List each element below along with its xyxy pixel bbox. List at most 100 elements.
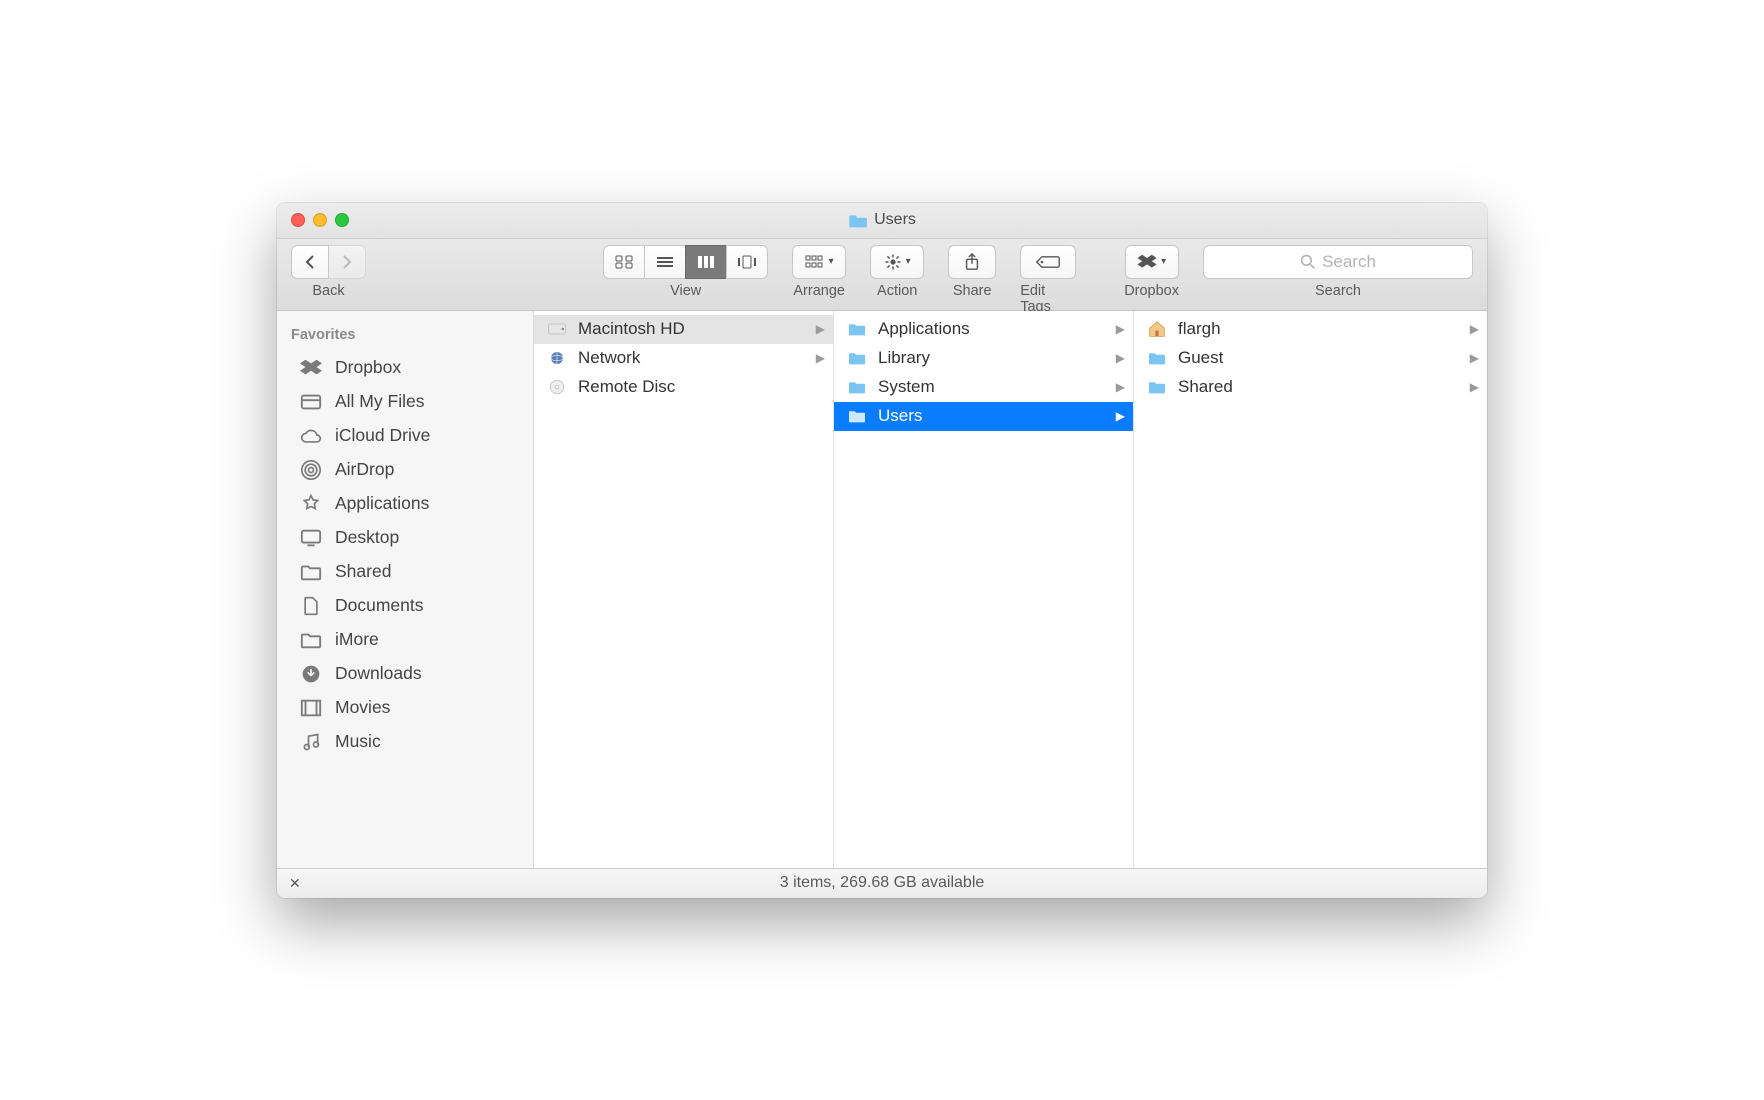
chevron-right-icon: ▶ <box>1470 380 1479 394</box>
column: flargh ▶ Guest ▶ Shared ▶ <box>1134 311 1487 868</box>
view-list-button[interactable] <box>644 245 686 279</box>
sidebar-item[interactable]: iCloud Drive <box>277 419 533 453</box>
folder-blue-icon <box>1146 349 1168 367</box>
column: Macintosh HD ▶ Network ▶ Remote Disc <box>534 311 834 868</box>
chevron-down-icon: ▾ <box>906 256 911 267</box>
toolbar-back-group: Back <box>291 245 366 299</box>
sidebar-item[interactable]: Dropbox <box>277 351 533 385</box>
sidebar-item-label: Applications <box>335 493 429 514</box>
desktop-icon <box>299 527 323 549</box>
documents-icon <box>299 595 323 617</box>
dropbox-label: Dropbox <box>1124 283 1179 299</box>
sidebar-item-label: All My Files <box>335 391 424 412</box>
sidebar-item[interactable]: Desktop <box>277 521 533 555</box>
chevron-right-icon: ▶ <box>1470 322 1479 336</box>
window-controls <box>291 213 349 227</box>
view-columns-button[interactable] <box>685 245 727 279</box>
folder-blue-icon <box>1146 378 1168 396</box>
folder-icon <box>848 213 866 227</box>
sidebar: Favorites Dropbox All My Files iCloud Dr… <box>277 311 534 868</box>
search-input[interactable]: Search <box>1203 245 1473 279</box>
content-area: Favorites Dropbox All My Files iCloud Dr… <box>277 311 1487 868</box>
search-label: Search <box>1315 283 1361 299</box>
sidebar-item[interactable]: Documents <box>277 589 533 623</box>
column-row[interactable]: Users ▶ <box>834 402 1133 431</box>
search-placeholder: Search <box>1322 252 1376 272</box>
close-window-button[interactable] <box>291 213 305 227</box>
row-label: Guest <box>1178 348 1223 368</box>
column-row[interactable]: Remote Disc <box>534 373 833 402</box>
hdd-icon <box>546 320 568 338</box>
sidebar-item[interactable]: Shared <box>277 555 533 589</box>
all-my-files-icon <box>299 391 323 413</box>
column-row[interactable]: Shared ▶ <box>1134 373 1487 402</box>
view-label: View <box>670 283 701 299</box>
sidebar-item[interactable]: Downloads <box>277 657 533 691</box>
forward-button[interactable] <box>328 245 366 279</box>
view-coverflow-button[interactable] <box>726 245 768 279</box>
toolbar-search-group: Search Search <box>1203 245 1473 299</box>
cloud-icon <box>299 425 323 447</box>
dropbox-button[interactable]: ▾ <box>1125 245 1179 279</box>
row-label: Shared <box>1178 377 1233 397</box>
column-row[interactable]: flargh ▶ <box>1134 315 1487 344</box>
view-icons-button[interactable] <box>603 245 645 279</box>
edit-tags-button[interactable] <box>1020 245 1076 279</box>
sidebar-item-label: Shared <box>335 561 391 582</box>
folder-blue-icon <box>846 349 868 367</box>
chevron-right-icon: ▶ <box>816 322 825 336</box>
sidebar-item[interactable]: Movies <box>277 691 533 725</box>
share-button[interactable] <box>948 245 996 279</box>
chevron-right-icon: ▶ <box>1116 351 1125 365</box>
column-row[interactable]: Macintosh HD ▶ <box>534 315 833 344</box>
window-title: Users <box>848 211 916 229</box>
action-button[interactable]: ▾ <box>870 245 924 279</box>
column-row[interactable]: Network ▶ <box>534 344 833 373</box>
share-label: Share <box>953 283 992 299</box>
toolbar-action-group: ▾ Action <box>870 245 924 299</box>
action-label: Action <box>877 283 917 299</box>
sidebar-item[interactable]: AirDrop <box>277 453 533 487</box>
column: Applications ▶ Library ▶ System ▶ Users … <box>834 311 1134 868</box>
status-text: 3 items, 269.68 GB available <box>780 874 985 892</box>
home-icon <box>1146 320 1168 338</box>
row-label: flargh <box>1178 319 1221 339</box>
toolbar-share-group: Share <box>948 245 996 299</box>
toolbar: Back View ▾ <box>277 239 1487 311</box>
column-row[interactable]: Applications ▶ <box>834 315 1133 344</box>
zoom-window-button[interactable] <box>335 213 349 227</box>
status-bar: ✕ 3 items, 269.68 GB available <box>277 868 1487 898</box>
column-row[interactable]: Library ▶ <box>834 344 1133 373</box>
column-row[interactable]: System ▶ <box>834 373 1133 402</box>
applications-icon <box>299 493 323 515</box>
sidebar-heading: Favorites <box>277 321 533 351</box>
sidebar-item-label: AirDrop <box>335 459 394 480</box>
back-button[interactable] <box>291 245 329 279</box>
path-button[interactable]: ✕ <box>289 875 301 892</box>
sidebar-item[interactable]: All My Files <box>277 385 533 419</box>
dropbox-icon <box>299 357 323 379</box>
row-label: Macintosh HD <box>578 319 685 339</box>
movies-icon <box>299 697 323 719</box>
folder-blue-icon <box>846 378 868 396</box>
chevron-down-icon: ▾ <box>1161 256 1166 267</box>
row-label: Users <box>878 406 922 426</box>
row-label: Network <box>578 348 640 368</box>
sidebar-item-label: Dropbox <box>335 357 401 378</box>
chevron-right-icon: ▶ <box>1116 409 1125 423</box>
minimize-window-button[interactable] <box>313 213 327 227</box>
search-icon <box>1300 254 1316 270</box>
toolbar-tags-group: Edit Tags <box>1020 245 1076 315</box>
folder-icon <box>299 629 323 651</box>
sidebar-item[interactable]: iMore <box>277 623 533 657</box>
sidebar-item[interactable]: Applications <box>277 487 533 521</box>
sidebar-item[interactable]: Music <box>277 725 533 759</box>
sidebar-item-label: Downloads <box>335 663 422 684</box>
sidebar-item-label: Movies <box>335 697 390 718</box>
arrange-button[interactable]: ▾ <box>792 245 846 279</box>
column-row[interactable]: Guest ▶ <box>1134 344 1487 373</box>
downloads-icon <box>299 663 323 685</box>
chevron-right-icon: ▶ <box>1470 351 1479 365</box>
toolbar-view-group: View <box>603 245 768 299</box>
row-label: Library <box>878 348 930 368</box>
